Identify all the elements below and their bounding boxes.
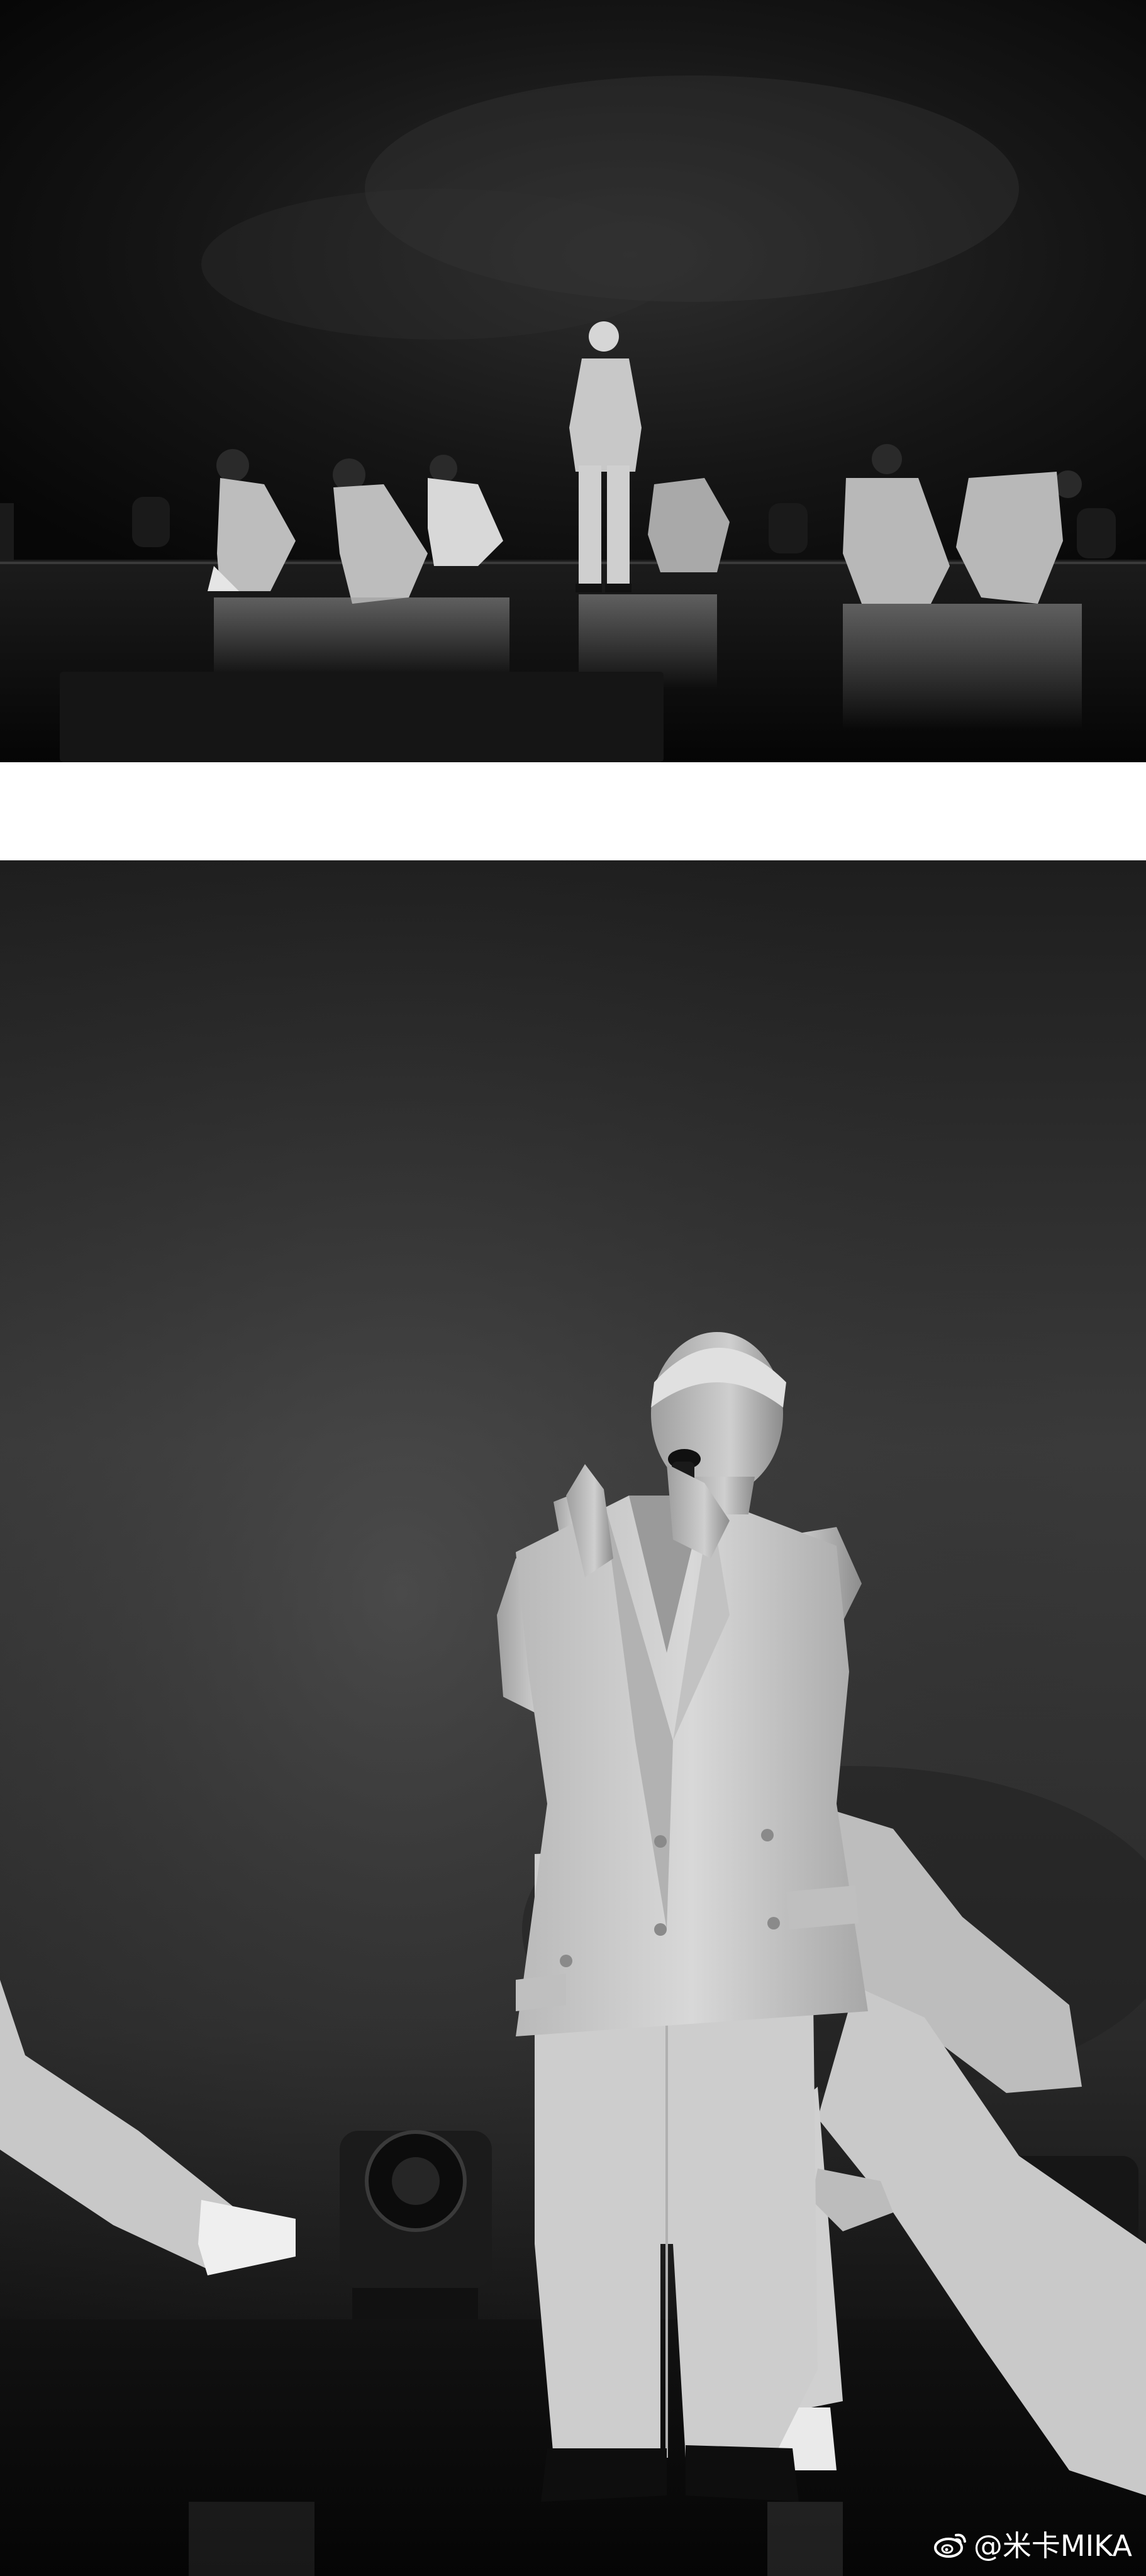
stage-light-far-right bbox=[1077, 508, 1116, 558]
singer-left-shoe bbox=[541, 2448, 667, 2502]
watermark-text: @米卡MIKA bbox=[973, 2529, 1132, 2563]
weibo-watermark: @米卡MIKA bbox=[933, 2523, 1132, 2565]
stage-light-right bbox=[769, 503, 808, 553]
stage-light-fixture bbox=[340, 2130, 492, 2319]
weibo-logo-icon bbox=[933, 2533, 966, 2558]
singer-closeup-scene bbox=[0, 860, 1146, 2576]
stage-monitor bbox=[60, 672, 664, 762]
singer-right-shoe bbox=[686, 2445, 799, 2502]
stage-wide-photo bbox=[0, 0, 1146, 762]
stage-wide-scene bbox=[0, 0, 1146, 762]
singer-closeup-photo: @米卡MIKA bbox=[0, 860, 1146, 2576]
